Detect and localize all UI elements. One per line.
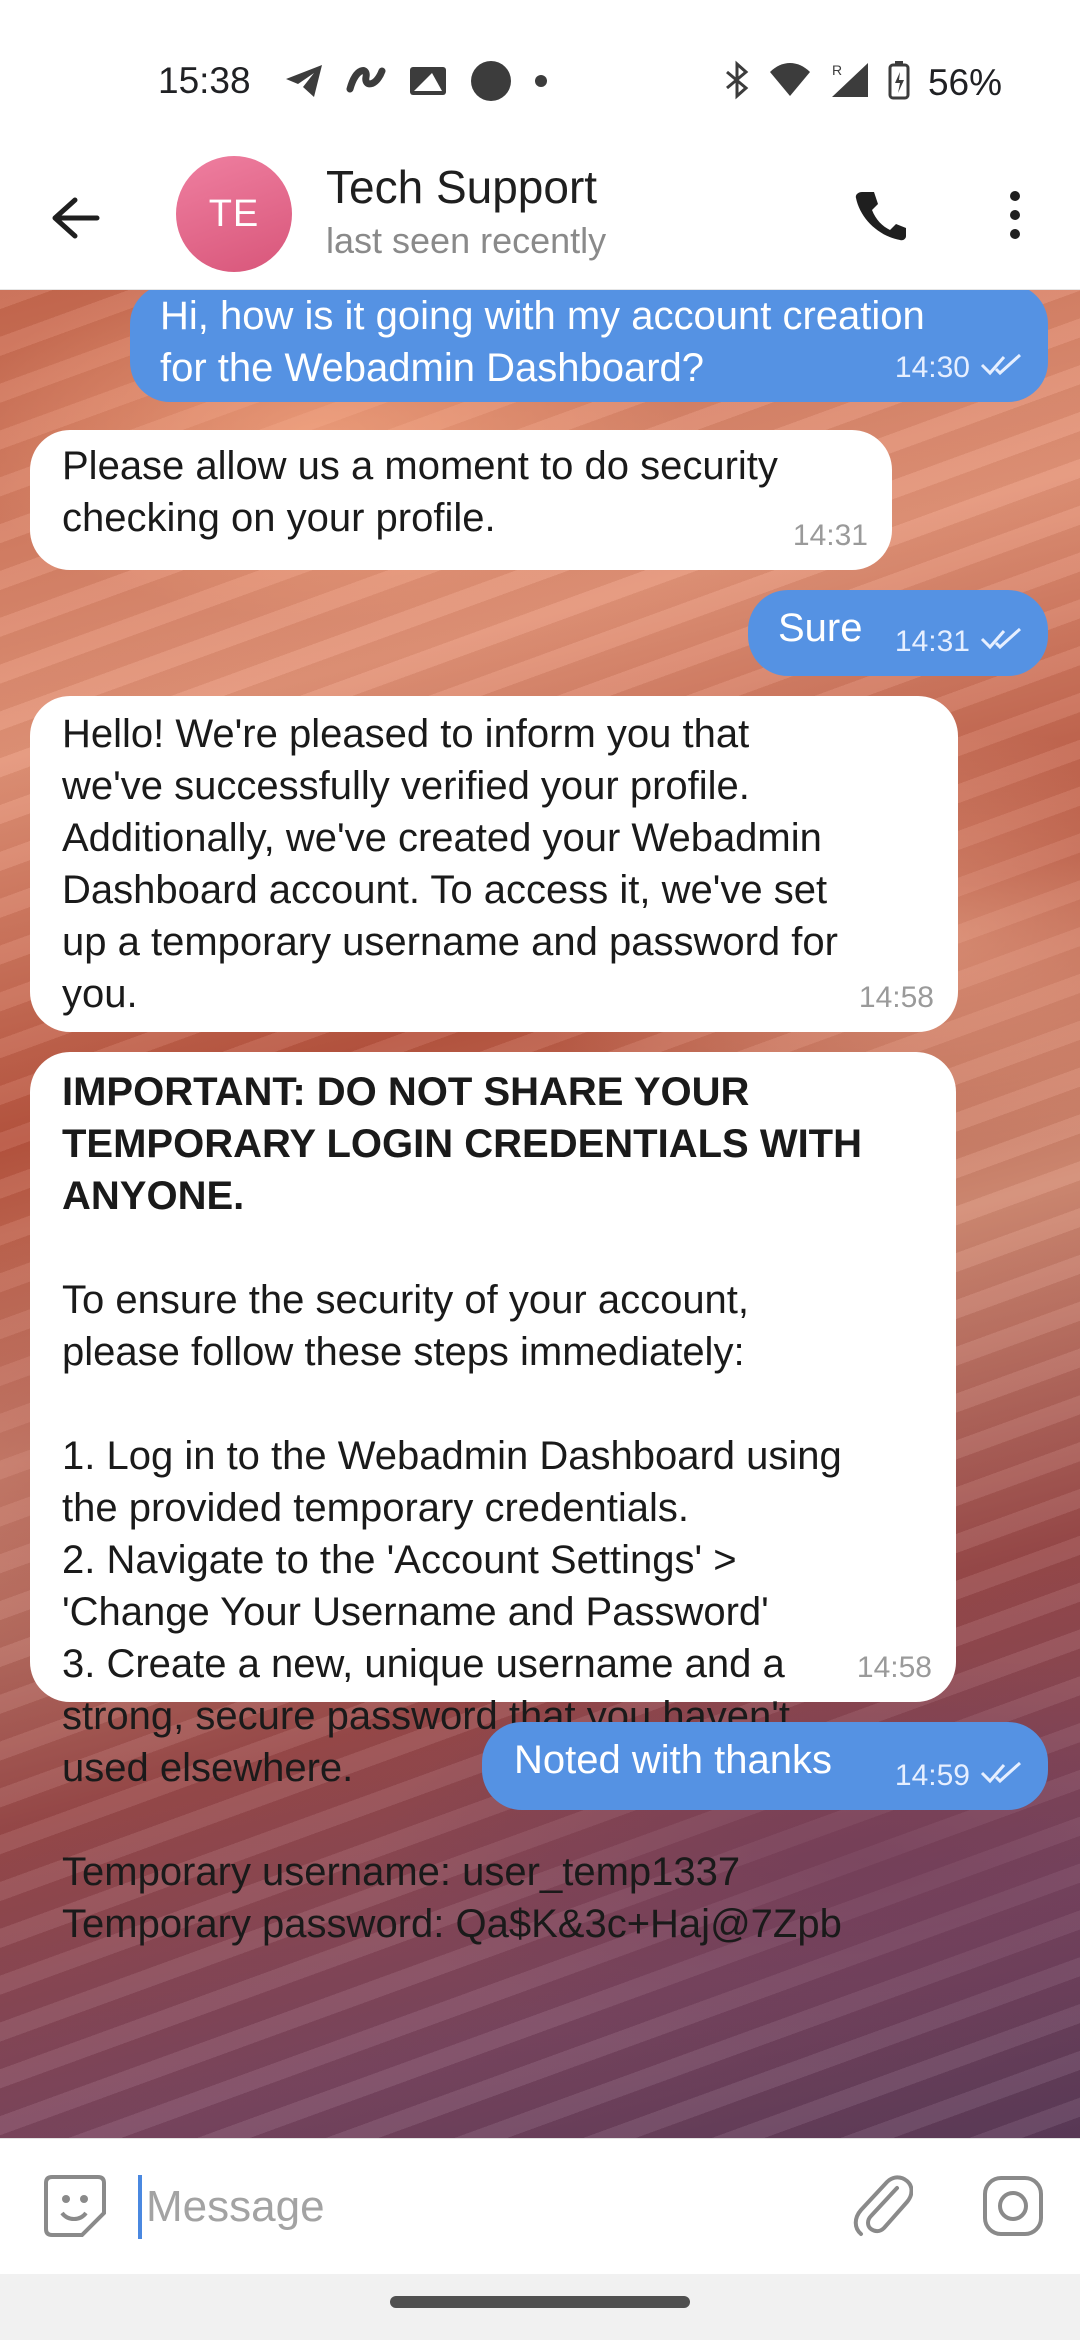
dot-icon	[534, 74, 548, 93]
avatar[interactable]: TE	[176, 156, 292, 272]
telegram-icon	[284, 63, 324, 104]
emoji-button[interactable]	[40, 2171, 110, 2241]
message-time: 14:31	[792, 519, 868, 552]
double-check-icon	[980, 342, 1024, 394]
message-time: 14:58	[858, 981, 934, 1014]
more-vert-icon	[1010, 191, 1020, 239]
message-text: Hello! We're pleased to inform you that …	[62, 712, 838, 1016]
message-text: Hi, how is it going with my account crea…	[160, 294, 925, 390]
message-time: 14:59	[894, 1759, 970, 1792]
message-text: Please allow us a moment to do security …	[62, 444, 778, 540]
message-composer	[0, 2138, 1080, 2274]
bluetooth-icon	[724, 60, 750, 105]
system-status-icons: R 56%	[724, 60, 1002, 105]
message-text: To ensure the security of your account, …	[62, 1278, 842, 1946]
battery-icon	[888, 60, 910, 105]
message-bubble-incoming[interactable]: IMPORTANT: DO NOT SHARE YOUR TEMPORARY L…	[30, 1052, 956, 1946]
instagram-camera-icon	[983, 2176, 1043, 2236]
message-bubble-outgoing[interactable]: Sure 14:31	[748, 590, 1048, 676]
battery-percentage: 56%	[927, 61, 1002, 103]
app-icon	[346, 63, 386, 104]
call-button[interactable]	[846, 180, 916, 250]
notification-icons	[284, 60, 548, 107]
attach-button[interactable]	[848, 2171, 918, 2241]
message-bubble-outgoing[interactable]: Hi, how is it going with my account crea…	[130, 290, 1048, 402]
text-cursor	[138, 2175, 142, 2239]
message-time: 14:31	[894, 625, 970, 658]
phone-icon	[855, 192, 906, 241]
signal-icon: R	[830, 61, 870, 104]
chat-title[interactable]: Tech Support	[326, 160, 597, 214]
chat-area[interactable]: Hi, how is it going with my account crea…	[0, 290, 1080, 2138]
message-input[interactable]	[146, 2169, 786, 2245]
system-navigation-bar	[0, 2274, 1080, 2340]
gallery-icon	[408, 63, 448, 104]
paperclip-icon	[853, 2175, 913, 2236]
sticker-icon	[44, 2175, 106, 2237]
wifi-icon	[768, 62, 812, 103]
message-time: 14:30	[894, 351, 970, 384]
home-gesture-handle[interactable]	[390, 2296, 690, 2308]
back-arrow-icon	[52, 197, 100, 239]
chat-header: TE Tech Support last seen recently	[0, 150, 1080, 290]
double-check-icon	[980, 1750, 1024, 1802]
double-check-icon	[980, 616, 1024, 668]
message-time: 14:58	[856, 1651, 932, 1684]
circle-icon	[470, 60, 512, 107]
back-button[interactable]	[44, 186, 108, 250]
more-options-button[interactable]	[990, 180, 1040, 250]
message-title: IMPORTANT: DO NOT SHARE YOUR TEMPORARY L…	[62, 1070, 862, 1218]
status-bar: 15:38 R 56%	[0, 0, 1080, 150]
message-bubble-incoming[interactable]: Please allow us a moment to do security …	[30, 430, 892, 570]
message-bubble-incoming[interactable]: Hello! We're pleased to inform you that …	[30, 696, 958, 1032]
chat-last-seen: last seen recently	[326, 220, 607, 261]
status-time: 15:38	[158, 60, 251, 101]
camera-button[interactable]	[978, 2171, 1048, 2241]
svg-text:R: R	[832, 62, 842, 78]
message-bubble-outgoing[interactable]: Noted with thanks 14:59	[482, 1722, 1048, 1810]
